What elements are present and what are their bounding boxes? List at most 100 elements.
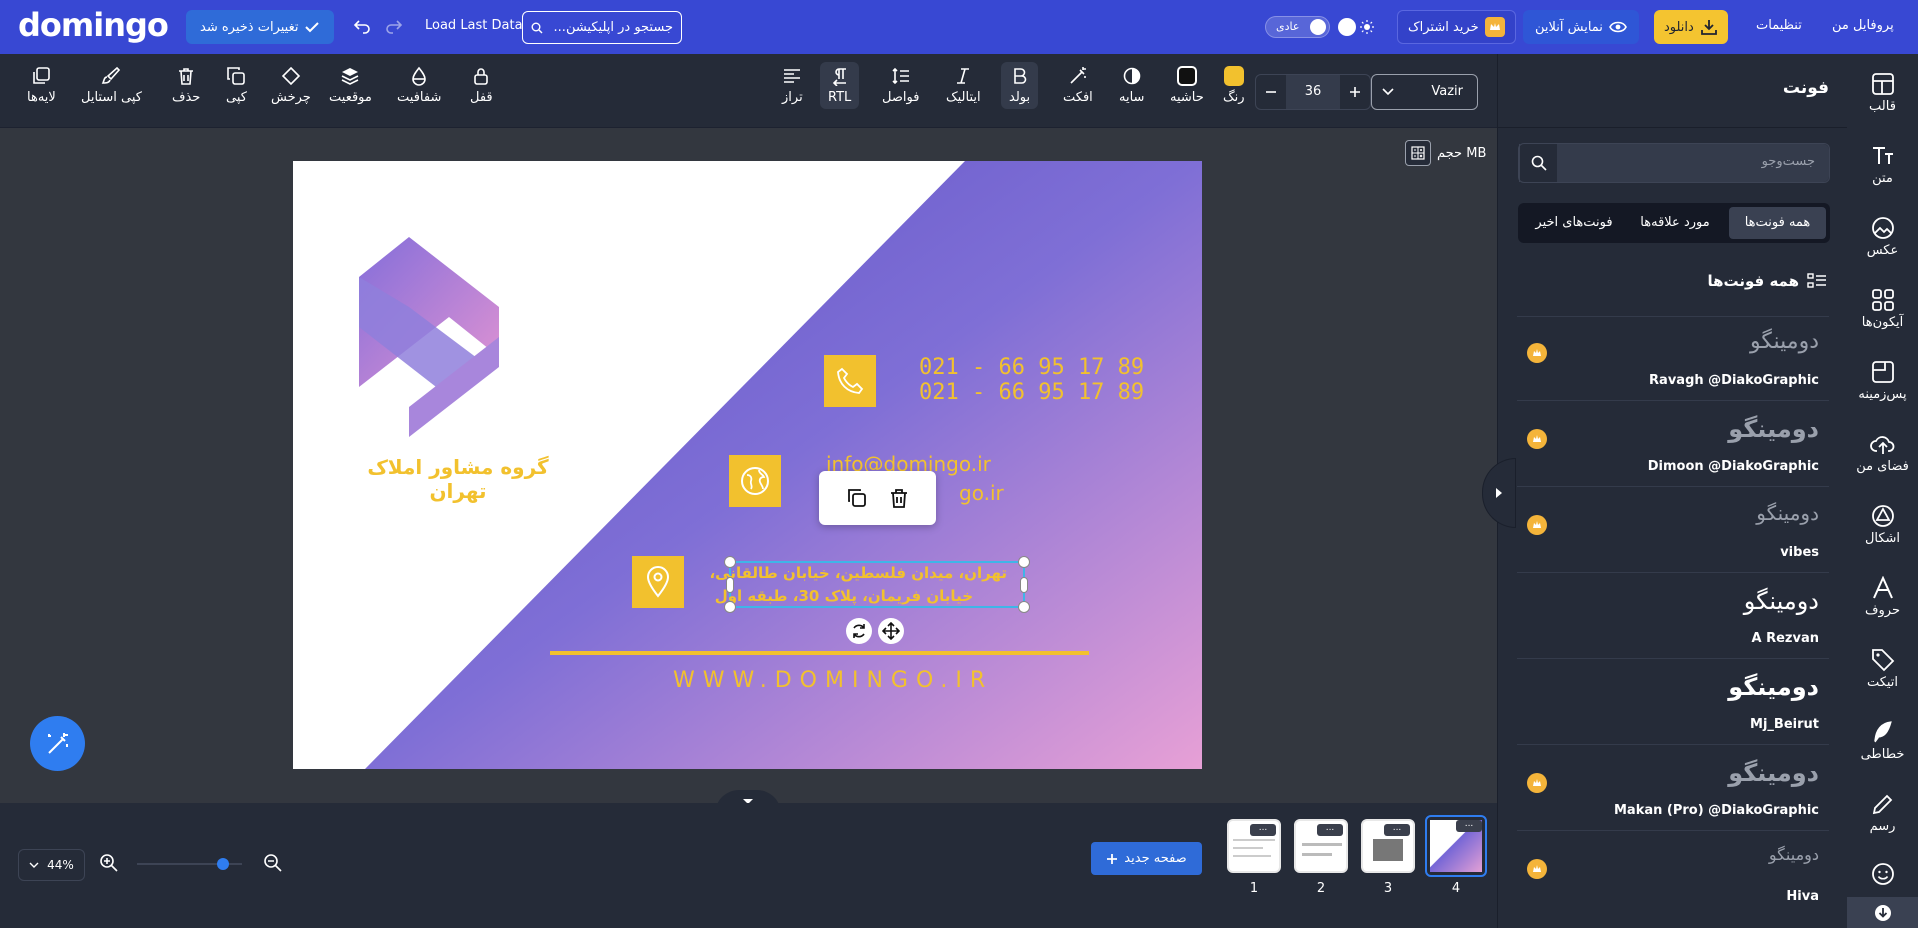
resize-handle-bottom-right[interactable] [1018, 601, 1030, 613]
zoom-slider[interactable] [137, 858, 242, 870]
selected-address-text-box[interactable]: تهران، میدان فلسطین، خیابان طالقانی، خیا… [709, 556, 1030, 613]
business-card-canvas[interactable]: گروه مشاور املاک تهران 021 - 66 95 17 89… [293, 161, 1202, 769]
zoom-slider-thumb[interactable] [217, 858, 230, 870]
bold-label: بولد [1009, 90, 1031, 105]
nav-text-label: متن [1872, 171, 1893, 186]
spacing-tool[interactable]: فواصل [882, 66, 919, 105]
layers-label: لایه‌ها [27, 90, 56, 105]
font-item-a-rezvan[interactable]: دومینگو A Rezvan [1517, 575, 1829, 659]
copy-style-tool[interactable]: کپی استایل [81, 66, 142, 105]
page-3-menu-icon[interactable]: ... [1384, 824, 1410, 836]
bold-tool[interactable]: بولد [1001, 62, 1039, 109]
delete-element-icon[interactable] [888, 487, 910, 509]
address-line-2: خیابان فریمان، پلاک 30، طبقه اول [714, 587, 973, 605]
resize-handle-bottom-left[interactable] [724, 601, 736, 613]
nav-letters[interactable]: حروف [1847, 576, 1918, 618]
page-thumbnail-3[interactable]: ... [1361, 819, 1415, 873]
font-size-decrease-button[interactable] [1256, 75, 1286, 109]
theme-toggle[interactable] [1338, 18, 1374, 36]
nav-text[interactable]: متن [1847, 144, 1918, 186]
italic-label: ایتالیک [946, 90, 981, 105]
italic-tool[interactable]: ایتالیک [946, 66, 981, 105]
nav-background[interactable]: پس‌زمینه [1847, 360, 1918, 402]
font-item-ravagh[interactable]: دومینگو Ravagh @DiakoGraphic [1517, 317, 1829, 401]
font-item-hiva[interactable]: دومینگو Hiva [1517, 833, 1829, 913]
nav-sticker[interactable]: اتیکت [1847, 648, 1918, 690]
settings-link[interactable]: تنظیمات [1756, 18, 1802, 33]
load-last-data-button[interactable]: Load Last Data [425, 18, 523, 33]
company-name[interactable]: گروه مشاور املاک تهران [343, 455, 573, 503]
font-item-vibes[interactable]: دومینگو vibes [1517, 489, 1829, 573]
effect-tool[interactable]: افکت [1063, 66, 1093, 105]
align-tool[interactable]: تراز [782, 66, 803, 105]
resize-handle-left[interactable] [726, 577, 734, 593]
tab-recent-fonts[interactable]: فونت‌های اخیر [1522, 207, 1626, 239]
nav-emoji[interactable] [1847, 862, 1918, 886]
save-status-button[interactable]: تغییرات ذخیره شد [186, 10, 335, 44]
nav-draw[interactable]: رسم [1847, 792, 1918, 834]
page-2-menu-icon[interactable]: ... [1317, 824, 1343, 836]
app-search-input[interactable]: جستجو در اپلیکیشن... [522, 11, 682, 44]
phone-line-1[interactable]: 021 - 66 95 17 89 [919, 355, 1144, 380]
redo-icon[interactable] [385, 17, 403, 35]
nav-shapes[interactable]: اشکال [1847, 504, 1918, 546]
magic-assistant-button[interactable] [30, 716, 85, 771]
online-preview-button[interactable]: نمایش آنلاین [1523, 10, 1639, 44]
nav-my-space[interactable]: فضای من [1847, 432, 1918, 474]
tab-favorites[interactable]: مورد علاقه‌ها [1626, 207, 1724, 239]
font-search-input[interactable]: جست‌وجو [1518, 143, 1830, 183]
zoom-out-icon[interactable] [263, 853, 283, 873]
nav-calligraphy-label: خطاطی [1860, 747, 1905, 762]
buy-subscription-button[interactable]: خرید اشتراک [1397, 10, 1516, 44]
resize-handle-top-right[interactable] [1018, 556, 1030, 568]
website-text[interactable]: WWW.DOMINGO.IR [673, 668, 993, 693]
duplicate-icon[interactable] [846, 487, 868, 509]
rotate-tool[interactable]: چرخش [271, 66, 311, 105]
position-tool[interactable]: موقعیت [329, 66, 372, 105]
page-thumbnail-2[interactable]: ... [1294, 819, 1348, 873]
font-size-increase-button[interactable] [1340, 75, 1370, 109]
nav-photo-label: عکس [1866, 243, 1899, 258]
layers-tool[interactable]: لایه‌ها [27, 66, 56, 105]
font-item-mj-beirut[interactable]: دومینگو Mj_Beirut [1517, 661, 1829, 745]
color-tool[interactable]: رنگ [1223, 66, 1245, 105]
opacity-tool[interactable]: شفافیت [397, 66, 441, 105]
download-button[interactable]: دانلود [1654, 10, 1728, 44]
page-thumbnail-4-active[interactable]: ... [1425, 815, 1487, 877]
background-icon [1871, 360, 1895, 384]
email-line-2[interactable]: go.ir [959, 481, 1004, 505]
image-icon [1871, 216, 1895, 240]
delete-tool[interactable]: حذف [172, 66, 200, 105]
page-1-menu-icon[interactable]: ... [1250, 824, 1276, 836]
resize-handle-right[interactable] [1020, 577, 1028, 593]
search-icon [531, 22, 543, 34]
nav-photo[interactable]: عکس [1847, 216, 1918, 258]
nav-template[interactable]: قالب [1847, 72, 1918, 114]
nav-icons[interactable]: آیکون‌ها [1847, 288, 1918, 330]
font-item-makan[interactable]: دومینگو Makan (Pro) @DiakoGraphic [1517, 747, 1829, 831]
font-family-select[interactable]: Vazir [1371, 74, 1478, 110]
zoom-select[interactable]: 44% [18, 849, 85, 881]
nav-calligraphy[interactable]: خطاطی [1847, 720, 1918, 762]
phone-line-2[interactable]: 021 - 66 95 17 89 [919, 380, 1144, 405]
tab-all-fonts[interactable]: همه فونت‌ها [1729, 207, 1826, 239]
move-handle-icon[interactable] [878, 618, 904, 644]
font-search-icon[interactable] [1519, 144, 1557, 182]
page-thumbnail-1[interactable]: ... [1227, 819, 1281, 873]
mode-toggle[interactable]: عادی [1265, 16, 1330, 38]
resize-handle-top-left[interactable] [724, 556, 736, 568]
profile-link[interactable]: پروفایل من [1832, 18, 1894, 33]
shadow-tool[interactable]: سایه [1119, 66, 1144, 105]
new-page-button[interactable]: صفحه جدید [1091, 842, 1202, 875]
copy-tool[interactable]: کپی [226, 66, 247, 105]
font-size-input[interactable]: 36 [1286, 75, 1340, 109]
rtl-tool[interactable]: RTL [820, 62, 860, 109]
page-4-menu-icon[interactable]: ... [1456, 820, 1482, 832]
nav-scroll-down[interactable] [1847, 897, 1918, 928]
zoom-in-icon[interactable] [99, 853, 119, 873]
rotate-handle-icon[interactable] [846, 618, 872, 644]
undo-icon[interactable] [353, 17, 371, 35]
font-item-dimoon[interactable]: دومینگو Dimoon @DiakoGraphic [1517, 403, 1829, 487]
lock-tool[interactable]: قفل [470, 66, 493, 105]
border-tool[interactable]: حاشیه [1170, 66, 1204, 105]
